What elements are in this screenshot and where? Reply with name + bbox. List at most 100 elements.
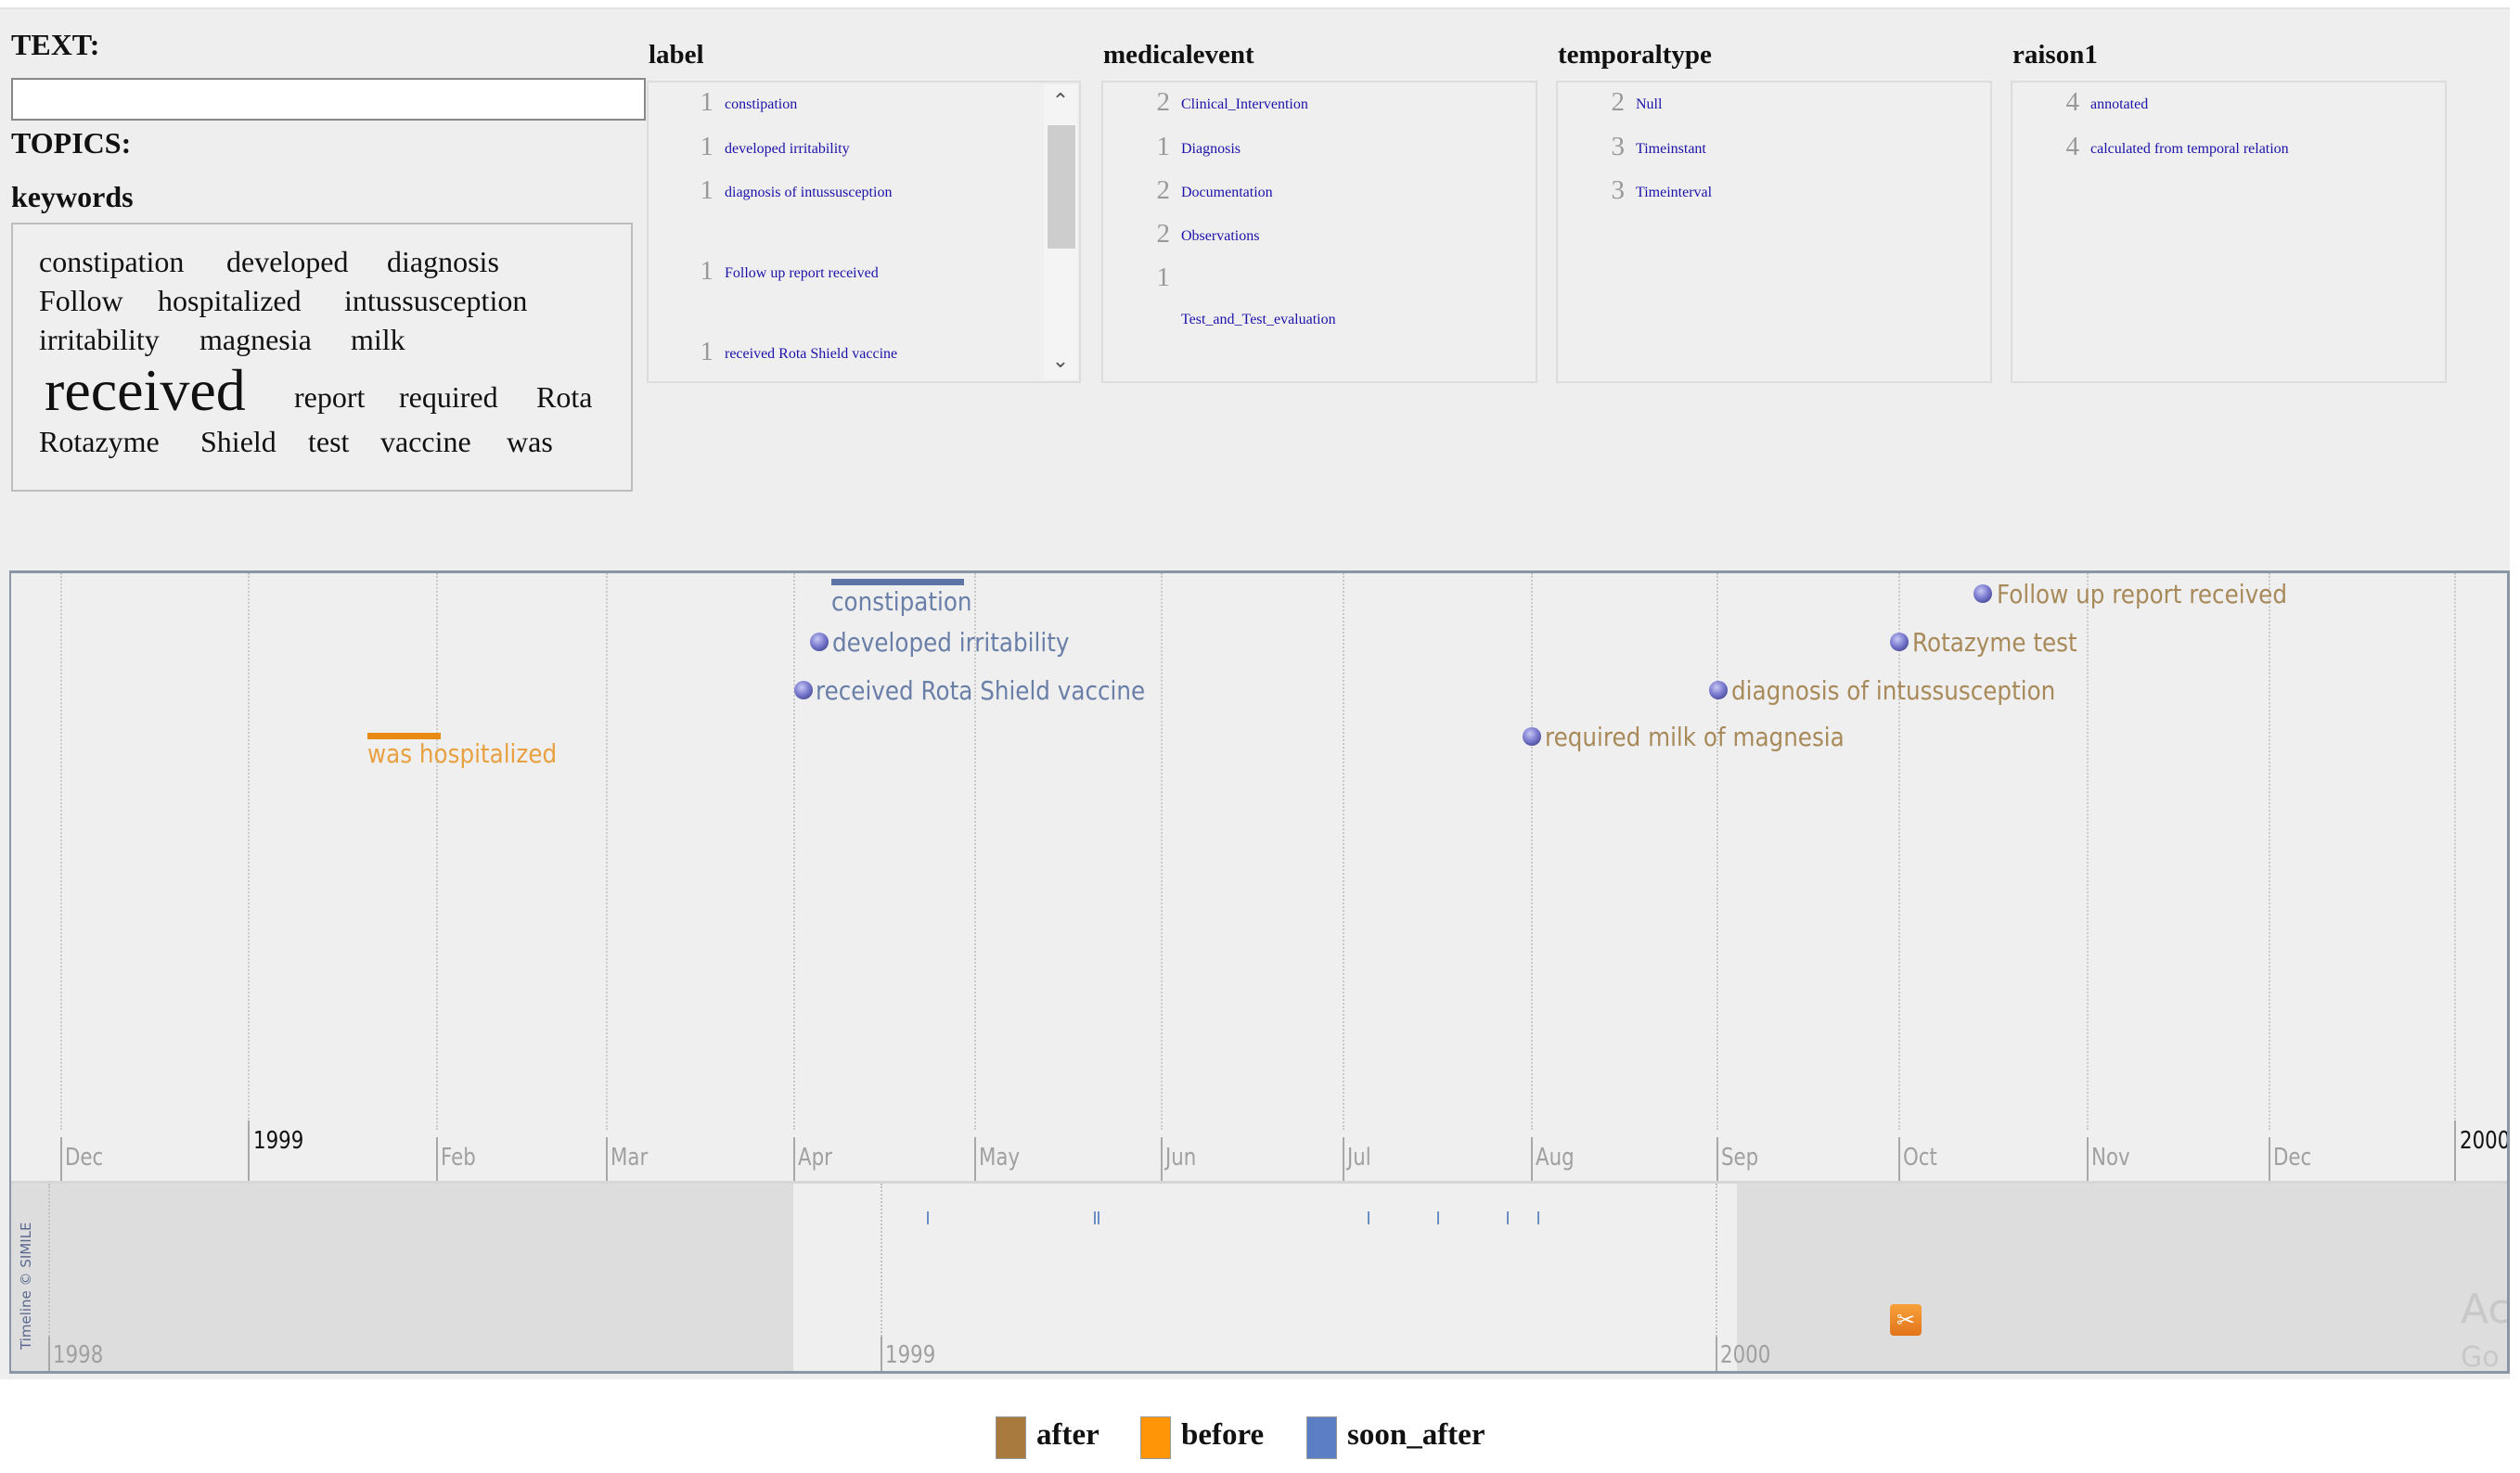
event-label[interactable]: required milk of magnesia bbox=[1545, 722, 1845, 752]
legend-label: after bbox=[1036, 1418, 1099, 1452]
keyword[interactable]: magnesia bbox=[199, 323, 312, 357]
facet-value[interactable]: diagnosis of intussusception bbox=[725, 175, 929, 211]
activation-watermark: Ac bbox=[2461, 1286, 2510, 1333]
event-dot-icon[interactable] bbox=[810, 633, 829, 651]
timeline-main-band[interactable]: Dec 1999 Feb Mar Apr May Jun Jul Aug Sep… bbox=[11, 573, 2507, 1181]
overview-tick bbox=[48, 1337, 50, 1371]
axis-label-month: Feb bbox=[441, 1144, 476, 1172]
axis-label-month: Dec bbox=[65, 1144, 104, 1172]
facet-label: 1 constipation 1 developed irritability … bbox=[647, 81, 1081, 383]
facet-title-temporaltype: temporaltype bbox=[1558, 40, 1712, 70]
event-label[interactable]: diagnosis of intussusception bbox=[1731, 675, 2055, 706]
grid-line bbox=[1343, 573, 1344, 1130]
facet-value[interactable]: constipation bbox=[725, 87, 1003, 122]
grid-line bbox=[793, 573, 795, 1130]
facet-value[interactable]: calculated from temporal relation bbox=[2090, 132, 2332, 167]
facet-value[interactable]: Observations bbox=[1181, 219, 1534, 254]
facet-value[interactable]: Documentation bbox=[1181, 175, 1534, 211]
overview-event-mark bbox=[1537, 1211, 1539, 1224]
event-dot-icon[interactable] bbox=[1523, 727, 1541, 746]
overview-year-label: 2000 bbox=[1720, 1341, 1771, 1369]
facet-medicalevent: 2 Clinical_Intervention 1 Diagnosis 2 Do… bbox=[1101, 81, 1537, 383]
keyword[interactable]: developed bbox=[226, 245, 349, 279]
scissors-icon[interactable]: ✂ bbox=[1890, 1304, 1922, 1336]
keyword[interactable]: Rotazyme bbox=[39, 425, 160, 459]
keyword[interactable]: irritability bbox=[39, 323, 160, 357]
overview-event-mark bbox=[1437, 1211, 1439, 1224]
overview-tick bbox=[1716, 1337, 1717, 1371]
facet-count: 2 bbox=[1611, 87, 1626, 117]
grid-line bbox=[436, 573, 438, 1130]
grid-line bbox=[2087, 573, 2089, 1130]
keyword-large[interactable]: received bbox=[45, 356, 246, 425]
facet-value[interactable]: developed irritability bbox=[725, 132, 1031, 167]
axis-tick bbox=[974, 1137, 976, 1181]
overview-event-mark bbox=[1368, 1211, 1369, 1224]
axis-label-month: Sep bbox=[1721, 1144, 1759, 1172]
timeline-widget[interactable]: Dec 1999 Feb Mar Apr May Jun Jul Aug Sep… bbox=[9, 570, 2510, 1374]
facet-temporaltype: 2 Null 3 Timeinstant 3 Timeinterval bbox=[1556, 81, 1992, 383]
facet-value[interactable]: Test_and_Test_evaluation bbox=[1181, 302, 1534, 338]
facet-raison1: 4 annotated 4 calculated from temporal r… bbox=[2011, 81, 2447, 383]
axis-label-month: Nov bbox=[2091, 1144, 2130, 1172]
event-label[interactable]: constipation bbox=[831, 586, 972, 617]
keyword[interactable]: intussusception bbox=[344, 284, 527, 318]
event-dot-icon[interactable] bbox=[1890, 633, 1909, 651]
text-label: TEXT: bbox=[11, 28, 100, 61]
facet-value[interactable]: Follow up report received bbox=[725, 256, 966, 291]
facet-count: 2 bbox=[1156, 87, 1171, 117]
axis-tick bbox=[606, 1137, 608, 1181]
overview-event-mark bbox=[927, 1211, 929, 1224]
keyword[interactable]: report bbox=[294, 380, 365, 415]
keyword[interactable]: constipation bbox=[39, 245, 184, 279]
event-dot-icon[interactable] bbox=[1974, 584, 1992, 603]
facet-title-raison1: raison1 bbox=[2012, 40, 2098, 70]
scroll-down-arrow-icon[interactable]: ⌄ bbox=[1044, 348, 1077, 376]
axis-tick bbox=[1343, 1137, 1344, 1181]
facet-value[interactable]: Timeinstant bbox=[1636, 132, 1988, 167]
facet-value[interactable]: Diagnosis bbox=[1181, 132, 1534, 167]
facet-count: 1 bbox=[1156, 132, 1171, 161]
facet-title-label: label bbox=[649, 40, 704, 70]
grid-line bbox=[248, 573, 250, 1130]
keyword[interactable]: Shield bbox=[200, 425, 276, 459]
facet-title-medicalevent: medicalevent bbox=[1103, 40, 1254, 70]
legend-swatch bbox=[1306, 1416, 1337, 1459]
text-search-input[interactable] bbox=[11, 78, 646, 121]
legend-swatch bbox=[996, 1416, 1026, 1459]
keyword[interactable]: diagnosis bbox=[387, 245, 499, 279]
event-label[interactable]: was hospitalized bbox=[367, 738, 557, 769]
event-label[interactable]: received Rota Shield vaccine bbox=[816, 675, 1145, 706]
scroll-thumb[interactable] bbox=[1048, 125, 1075, 249]
timeline-overview-band[interactable]: 1998 1999 2000 Timeline © SIMILE ✂ Ac Go bbox=[11, 1181, 2510, 1371]
axis-label-month: Mar bbox=[611, 1144, 649, 1172]
facet-value[interactable]: Null bbox=[1636, 87, 1988, 122]
keyword[interactable]: Rota bbox=[536, 380, 592, 415]
facet-count: 1 bbox=[700, 132, 714, 161]
event-dot-icon[interactable] bbox=[794, 681, 813, 699]
facet-value[interactable]: Timeinterval bbox=[1636, 175, 1988, 211]
facet-value[interactable]: received Rota Shield vaccine bbox=[725, 337, 1003, 372]
axis-tick bbox=[248, 1121, 250, 1181]
keyword[interactable]: was bbox=[507, 425, 553, 459]
keyword[interactable]: test bbox=[308, 425, 349, 459]
event-label[interactable]: Rotazyme test bbox=[1912, 627, 2077, 658]
axis-tick bbox=[1161, 1137, 1163, 1181]
grid-line bbox=[1161, 573, 1163, 1130]
overview-event-mark bbox=[1098, 1211, 1099, 1224]
facet-value[interactable]: annotated bbox=[2090, 87, 2443, 122]
event-label[interactable]: developed irritability bbox=[832, 627, 1069, 658]
facet-scrollbar[interactable]: ⌃ ⌄ bbox=[1044, 84, 1077, 379]
keyword[interactable]: Follow bbox=[39, 284, 123, 318]
keyword[interactable]: vaccine bbox=[380, 425, 471, 459]
scroll-up-arrow-icon[interactable]: ⌃ bbox=[1044, 88, 1077, 116]
event-dot-icon[interactable] bbox=[1709, 681, 1728, 699]
keyword[interactable]: required bbox=[399, 380, 498, 415]
simile-copyright: Timeline © SIMILE bbox=[18, 1222, 34, 1350]
facet-value[interactable]: Clinical_Intervention bbox=[1181, 87, 1534, 122]
event-bar-constipation[interactable] bbox=[831, 579, 964, 585]
event-label[interactable]: Follow up report received bbox=[1997, 579, 2287, 609]
keyword[interactable]: milk bbox=[351, 323, 405, 357]
keyword[interactable]: hospitalized bbox=[158, 284, 302, 318]
overview-year-label: 1998 bbox=[53, 1341, 104, 1369]
